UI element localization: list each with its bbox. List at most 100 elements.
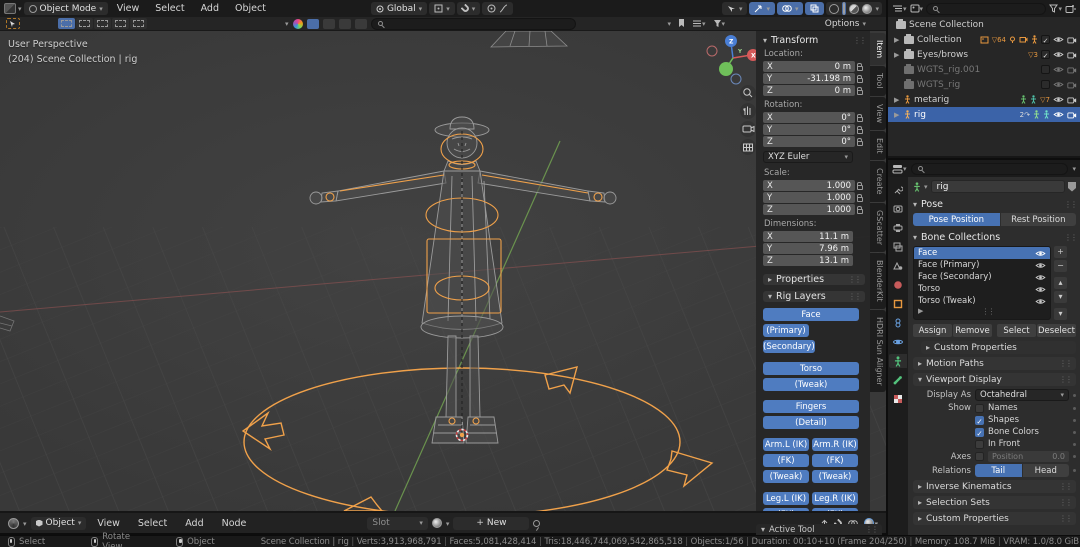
deselect-button[interactable]: Deselect [1037, 324, 1076, 337]
outliner-row-rig[interactable]: ▶ rig 2↷ [888, 107, 1080, 122]
rig-layers-panel-header[interactable]: Rig Layers ⋮⋮ [763, 291, 865, 302]
assign-button[interactable]: Assign [913, 324, 952, 337]
bone-collection-face[interactable]: Face [914, 247, 1050, 259]
rig-layer-torso-button[interactable]: Torso [763, 362, 859, 375]
lock-icon[interactable] [857, 209, 863, 214]
move-up-button[interactable]: ▴ [1054, 277, 1067, 289]
node-menu-view[interactable]: View [90, 515, 127, 532]
active-tool-panel[interactable]: Active Tool ⋮⋮ [756, 524, 882, 535]
bone-collection-face-primary[interactable]: Face (Primary) [914, 259, 1050, 271]
properties-editor-type-dropdown[interactable] [892, 163, 907, 174]
blenderkit-logo-icon[interactable] [293, 19, 303, 29]
expand-icon[interactable]: ▶ [894, 51, 901, 59]
tab-tool[interactable]: Tool [870, 66, 886, 96]
tab-blenderkit[interactable]: BlenderKit [870, 253, 886, 309]
rig-layer-arm-r-ik-button[interactable]: Arm.R (IK) [812, 438, 858, 451]
rig-layer-arm-l-fk-button[interactable]: (FK) [763, 454, 809, 467]
rotation-x-field[interactable]: X0° [763, 112, 855, 123]
gizmos-dropdown[interactable] [749, 2, 775, 15]
camera-visibility-icon[interactable] [1067, 111, 1077, 119]
rotation-y-field[interactable]: Y0° [763, 124, 855, 135]
axes-checkbox[interactable] [975, 452, 984, 461]
tab-object-properties[interactable] [889, 297, 907, 311]
gizmo-y-axis[interactable] [719, 62, 733, 76]
animate-dot[interactable] [1073, 407, 1076, 410]
expand-icon[interactable]: ▶ [894, 36, 901, 44]
camera-visibility-icon[interactable] [1067, 51, 1077, 59]
snap-toggle[interactable] [457, 2, 481, 15]
in-front-checkbox[interactable] [975, 440, 984, 449]
select-intersect-button[interactable] [130, 18, 147, 29]
xray-toggle[interactable] [805, 2, 824, 15]
lock-icon[interactable] [857, 117, 863, 122]
tab-gscatter[interactable]: GScatter [870, 203, 886, 252]
outliner-row-eyes-brows[interactable]: ▶ Eyes/brows ▽3 [888, 47, 1080, 62]
eye-icon[interactable] [1053, 111, 1064, 118]
eye-icon[interactable] [1053, 81, 1064, 88]
collection-checkbox[interactable] [1041, 65, 1050, 74]
fake-user-shield-icon[interactable] [1068, 182, 1076, 192]
pose-panel-header[interactable]: Pose ⋮⋮ [913, 197, 1076, 211]
transform-panel-header[interactable]: Transform ⋮⋮ [763, 35, 865, 46]
custom-properties-panel[interactable]: Custom Properties ⋮⋮ [913, 512, 1076, 525]
outliner-search-input[interactable] [926, 3, 1046, 15]
show-object-types-dropdown[interactable] [722, 2, 748, 15]
eye-icon[interactable] [1053, 96, 1064, 103]
asset-category-brushes-button[interactable] [355, 19, 367, 29]
rendered-shading-button[interactable] [862, 4, 872, 14]
wireframe-shading-button[interactable] [829, 4, 839, 14]
location-z-field[interactable]: Z0 m [763, 85, 855, 96]
lock-icon[interactable] [857, 141, 863, 146]
properties-panel-header[interactable]: Properties ⋮⋮ [763, 274, 865, 285]
tab-hdri-sun-aligner[interactable]: HDRI Sun Aligner [870, 310, 886, 393]
select-button[interactable]: Select [997, 324, 1036, 337]
overlays-dropdown[interactable] [777, 2, 804, 15]
select-invert-button[interactable] [112, 18, 129, 29]
expand-icon[interactable]: ▶ [894, 96, 901, 104]
animate-dot[interactable] [1073, 394, 1076, 397]
rig-layer-arm-r-fk-button[interactable]: (FK) [812, 454, 858, 467]
lock-icon[interactable] [857, 78, 863, 83]
menu-object[interactable]: Object [228, 0, 273, 17]
asset-category-models-button[interactable] [307, 19, 319, 29]
tab-world-properties[interactable] [889, 278, 907, 292]
select-subtract-button[interactable] [94, 18, 111, 29]
gizmo-neg-z-axis[interactable] [731, 74, 741, 84]
lock-icon[interactable] [857, 90, 863, 95]
material-shading-button[interactable] [849, 4, 859, 14]
filter-dropdown[interactable] [713, 18, 726, 29]
outliner-row-collection[interactable]: ▶ Collection ▽64 [888, 32, 1080, 47]
remove-collection-button[interactable]: − [1054, 260, 1067, 272]
display-as-dropdown[interactable]: Octahedral [975, 389, 1069, 401]
viewport-display-panel[interactable]: Viewport Display ⋮⋮ [913, 373, 1076, 386]
remove-button[interactable]: Remove [953, 324, 992, 337]
collection-checkbox[interactable] [1041, 50, 1050, 59]
node-menu-add[interactable]: Add [178, 515, 210, 532]
lock-icon[interactable] [857, 129, 863, 134]
gizmo-neg-x-axis[interactable] [707, 46, 717, 56]
outliner-row-wgts-rig[interactable]: WGTS_rig [888, 77, 1080, 92]
names-checkbox[interactable] [975, 404, 984, 413]
rig-layer-face-button[interactable]: Face [763, 308, 859, 321]
menu-add[interactable]: Add [194, 0, 226, 17]
tab-tool-properties[interactable] [889, 183, 907, 197]
eye-icon[interactable] [1053, 51, 1064, 58]
tab-render-properties[interactable] [889, 202, 907, 216]
properties-search-input[interactable] [911, 163, 1069, 175]
rig-layer-fingers-detail-button[interactable]: (Detail) [763, 416, 859, 429]
animate-dot[interactable] [1073, 419, 1076, 422]
eye-icon[interactable] [1035, 262, 1046, 269]
options-dropdown[interactable]: Options [825, 19, 866, 29]
rig-layer-arm-l-tweak-button[interactable]: (Tweak) [763, 470, 809, 483]
relations-head-button[interactable]: Head [1023, 464, 1070, 477]
dimensions-z-field[interactable]: Z13.1 m [763, 255, 853, 266]
rotation-mode-dropdown[interactable]: XYZ Euler [763, 151, 853, 163]
viewport-3d-scene[interactable]: Z X Y [0, 31, 886, 511]
select-extend-button[interactable] [76, 18, 93, 29]
shapes-checkbox[interactable] [975, 416, 984, 425]
tab-edit[interactable]: Edit [870, 131, 886, 161]
location-y-field[interactable]: Y-31.198 m [763, 73, 855, 84]
eye-icon[interactable] [1035, 250, 1046, 257]
lock-icon[interactable] [857, 197, 863, 202]
proportional-editing-toggle[interactable] [482, 2, 513, 15]
